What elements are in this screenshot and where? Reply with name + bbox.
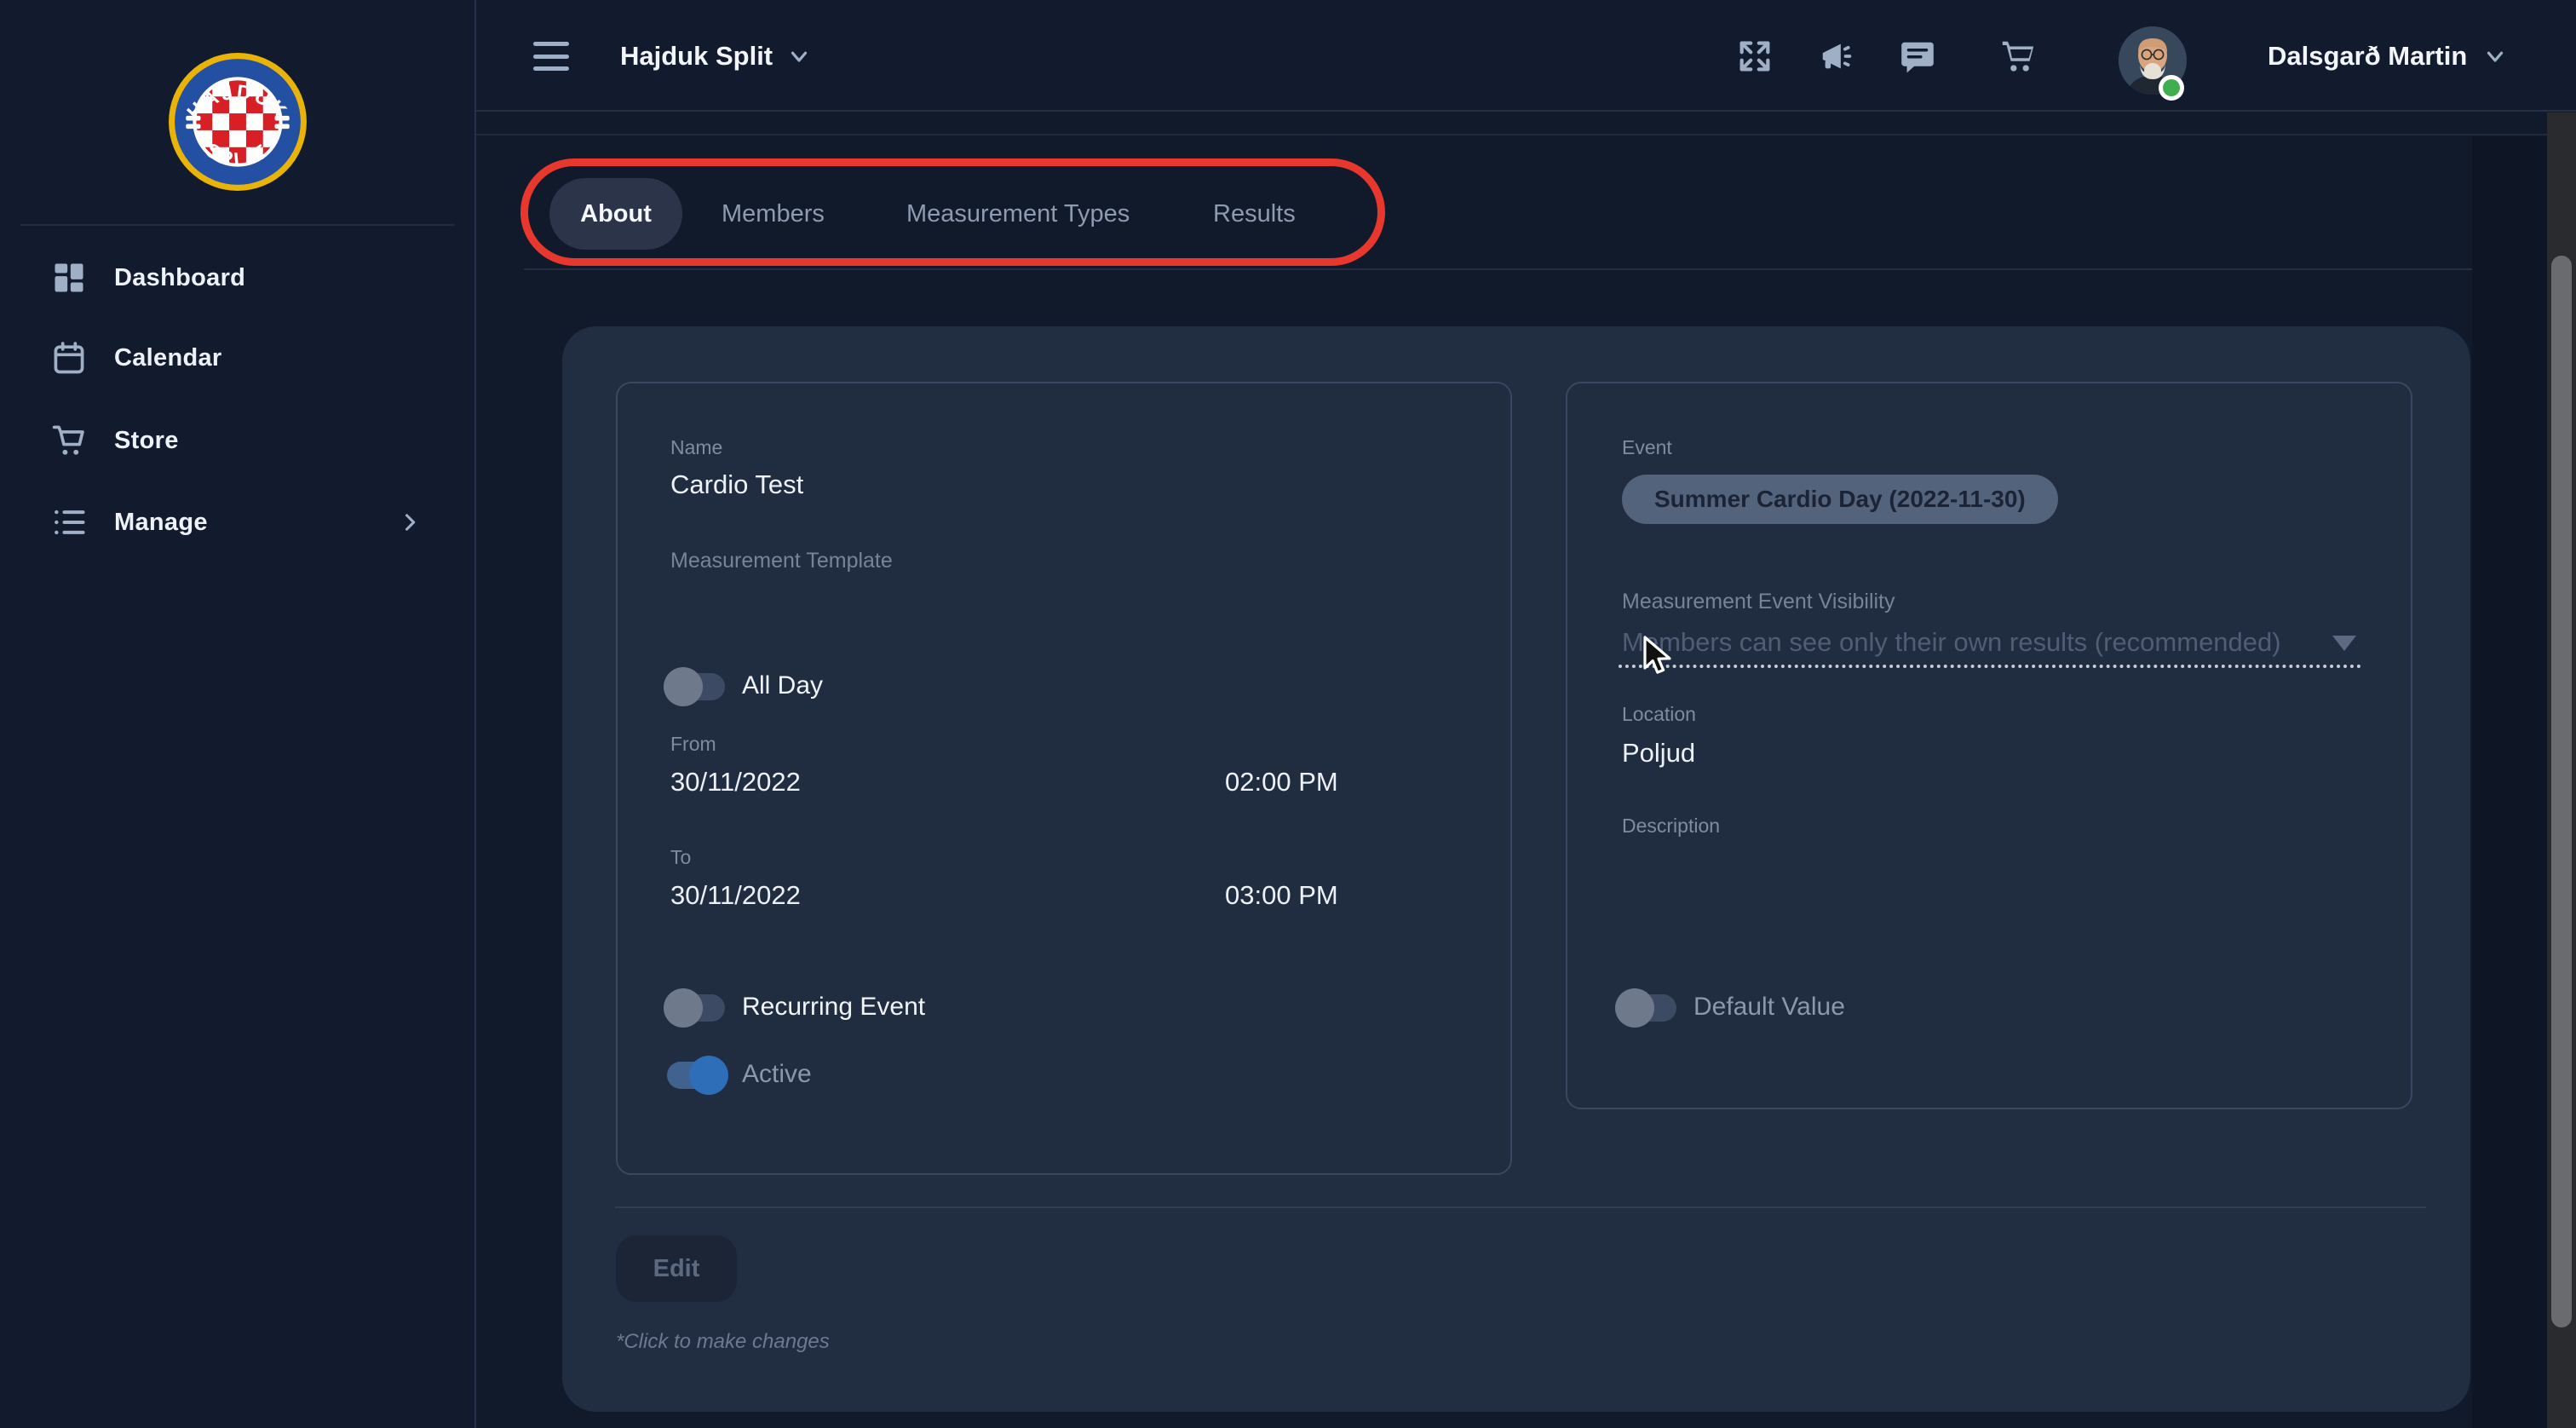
club-name: Hajduk Split <box>620 41 773 72</box>
cart-icon-topbar[interactable] <box>1996 34 2040 78</box>
default-value-toggle[interactable] <box>1619 993 1676 1023</box>
scrollbar-thumb[interactable] <box>2551 256 2572 1327</box>
all-day-toggle[interactable] <box>667 671 725 702</box>
tab-members[interactable]: Members <box>722 178 825 250</box>
chevron-down-icon <box>2482 43 2508 69</box>
tab-results[interactable]: Results <box>1213 178 1296 250</box>
sidebar-item-store[interactable]: Store <box>0 408 474 473</box>
announcement-icon[interactable] <box>1815 34 1860 78</box>
from-date[interactable]: 30/11/2022 <box>670 767 801 797</box>
sidebar-item-label: Store <box>114 427 179 455</box>
club-selector[interactable]: Hajduk Split <box>620 0 812 112</box>
sidebar-item-label: Manage <box>114 509 208 537</box>
sidebar-divider <box>20 224 454 226</box>
active-label: Active <box>742 1060 812 1089</box>
cart-icon <box>49 421 89 460</box>
event-details-card: Name Cardio Test Measurement Template Al… <box>616 382 1512 1175</box>
visibility-select-underline <box>1619 665 2361 668</box>
chevron-down-icon <box>786 43 812 69</box>
list-icon <box>49 503 89 542</box>
sidebar-item-calendar[interactable]: Calendar <box>0 325 474 390</box>
tab-about[interactable]: About <box>549 178 682 250</box>
user-menu[interactable]: Dalsgarð Martin <box>2268 0 2508 112</box>
online-status-badge <box>2159 75 2184 101</box>
name-label: Name <box>670 436 722 459</box>
tabs-divider <box>524 268 2481 270</box>
to-date[interactable]: 30/11/2022 <box>670 880 801 911</box>
from-label: From <box>670 733 716 756</box>
location-value: Poljud <box>1622 738 1695 769</box>
to-label: To <box>670 846 691 869</box>
event-meta-card: Event Summer Cardio Day (2022-11-30) Mea… <box>1566 382 2412 1109</box>
calendar-icon <box>49 338 89 377</box>
to-time[interactable]: 03:00 PM <box>1225 880 1338 911</box>
recurring-event-toggle[interactable] <box>667 993 725 1023</box>
active-toggle[interactable] <box>667 1060 725 1091</box>
edit-note: *Click to make changes <box>616 1330 830 1354</box>
sidebar-item-dashboard[interactable]: Dashboard <box>0 245 474 310</box>
club-logo: HAJDUK SPLIT <box>167 51 308 193</box>
dashboard-icon <box>49 258 89 297</box>
recurring-event-label: Recurring Event <box>742 993 925 1022</box>
visibility-label: Measurement Event Visibility <box>1622 590 1895 614</box>
event-label: Event <box>1622 436 1672 459</box>
user-name: Dalsgarð Martin <box>2268 41 2467 72</box>
from-time[interactable]: 02:00 PM <box>1225 767 1338 797</box>
topbar-subheader-band <box>476 113 2576 135</box>
panel-divider <box>615 1206 2426 1208</box>
menu-icon[interactable] <box>533 42 569 71</box>
description-label: Description <box>1622 815 1720 838</box>
content-right-gutter <box>2472 136 2547 1428</box>
sidebar: HAJDUK SPLIT Dashboard <box>0 0 476 1428</box>
dropdown-arrow-icon <box>2332 636 2356 651</box>
visibility-select[interactable]: Members can see only their own results (… <box>1622 627 2329 658</box>
edit-button[interactable]: Edit <box>616 1235 737 1302</box>
location-label: Location <box>1622 703 1696 726</box>
measurement-template-label: Measurement Template <box>670 549 893 573</box>
sidebar-item-manage[interactable]: Manage <box>0 490 474 555</box>
tab-measurement-types[interactable]: Measurement Types <box>906 178 1130 250</box>
event-chip[interactable]: Summer Cardio Day (2022-11-30) <box>1622 475 2058 524</box>
chevron-right-icon <box>398 510 422 534</box>
sidebar-item-label: Dashboard <box>114 264 245 292</box>
sidebar-item-label: Calendar <box>114 344 222 372</box>
fullscreen-icon[interactable] <box>1733 34 1777 78</box>
all-day-label: All Day <box>742 671 823 700</box>
chat-icon[interactable] <box>1895 34 1940 78</box>
default-value-label: Default Value <box>1693 993 1845 1022</box>
about-panel: Name Cardio Test Measurement Template Al… <box>562 326 2470 1412</box>
name-value: Cardio Test <box>670 469 803 500</box>
